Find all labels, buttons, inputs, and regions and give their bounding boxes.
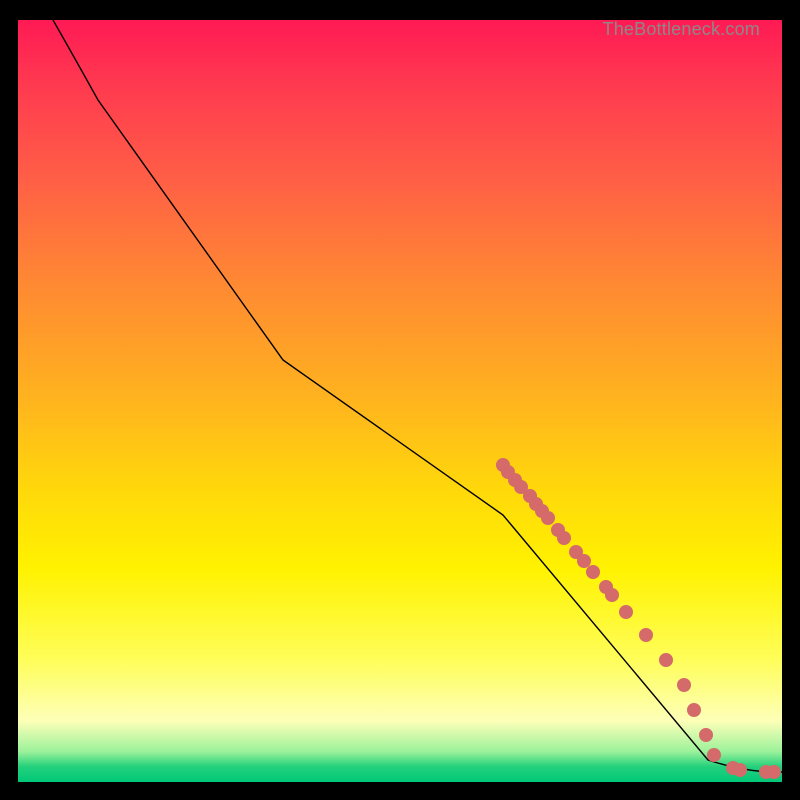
scatter-dot [660,654,673,667]
scatter-dot [708,749,721,762]
scatter-dot [688,704,701,717]
scatter-dot [558,532,571,545]
scatter-dot [587,566,600,579]
scatter-dot [620,606,633,619]
scatter-dot [542,512,555,525]
plot-area: TheBottleneck.com [18,20,782,782]
scatter-dot [734,764,747,777]
scatter-dots [497,459,781,779]
scatter-dot [678,679,691,692]
chart-frame: TheBottleneck.com [0,0,800,800]
scatter-dot [640,629,653,642]
scatter-dot [578,555,591,568]
chart-overlay-svg [18,20,782,782]
scatter-dot [606,589,619,602]
scatter-dot [700,729,713,742]
scatter-dot [768,766,781,779]
